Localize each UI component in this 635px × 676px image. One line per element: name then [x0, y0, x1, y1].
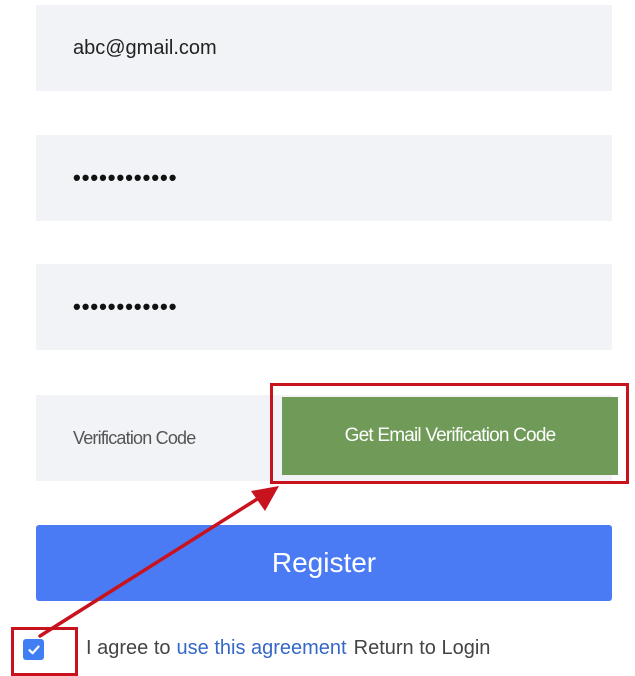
agreement-link[interactable]: use this agreement	[177, 637, 347, 660]
agree-prefix-text: I agree to	[86, 636, 171, 659]
confirm-password-field[interactable]: ••••••••••••	[36, 264, 612, 350]
confirm-password-value: ••••••••••••	[73, 294, 178, 319]
password-field[interactable]: ••••••••••••	[36, 135, 612, 221]
password-value: ••••••••••••	[73, 165, 178, 190]
email-field[interactable]: abc@gmail.com	[36, 5, 612, 91]
agreement-row: I agree to use this agreement Return to …	[86, 632, 490, 664]
return-to-login-link[interactable]: Return to Login	[354, 637, 491, 660]
register-button[interactable]: Register	[36, 525, 612, 601]
verification-code-placeholder: Verification Code	[73, 427, 196, 448]
highlight-box-checkbox	[11, 627, 78, 676]
highlight-box-get-code	[270, 383, 629, 484]
email-value: abc@gmail.com	[73, 36, 217, 59]
